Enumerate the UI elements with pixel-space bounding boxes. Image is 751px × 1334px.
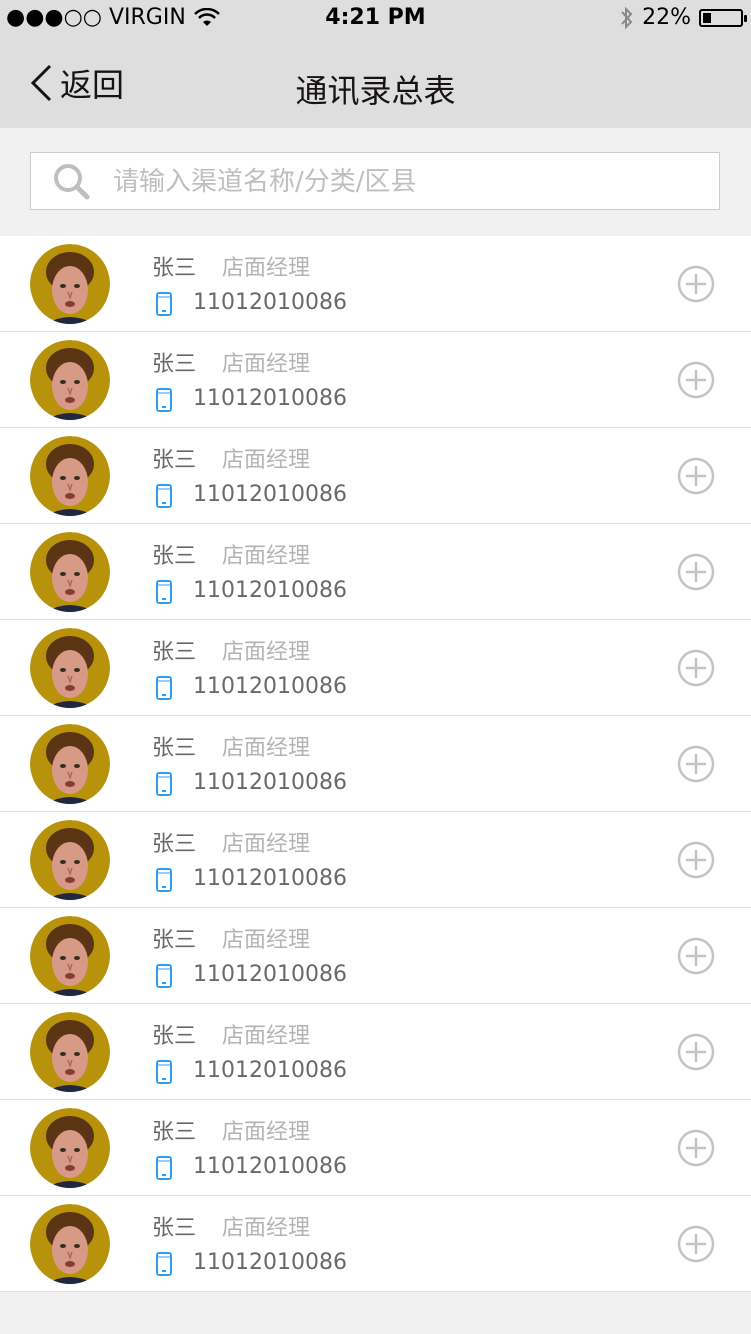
mobile-phone-icon — [156, 772, 172, 796]
contact-phone: 11012010086 — [193, 386, 347, 411]
contact-list: 张三 店面经理 11012010086 张三 店面经理 11012010086 … — [0, 236, 751, 1292]
contact-name: 张三 — [152, 1024, 197, 1049]
avatar — [30, 532, 110, 612]
contact-role: 店面经理 — [222, 640, 311, 665]
plus-circle-icon[interactable] — [676, 1032, 716, 1072]
contact-phone: 11012010086 — [193, 770, 347, 795]
contact-name: 张三 — [152, 544, 197, 569]
contact-phone: 11012010086 — [193, 1154, 347, 1179]
contact-name: 张三 — [152, 1216, 197, 1241]
avatar — [30, 436, 110, 516]
contact-row[interactable]: 张三 店面经理 11012010086 — [0, 1196, 751, 1292]
avatar — [30, 244, 110, 324]
search-section — [0, 128, 751, 236]
contact-name: 张三 — [152, 448, 197, 473]
contact-name: 张三 — [152, 928, 197, 953]
plus-circle-icon[interactable] — [676, 840, 716, 880]
mobile-phone-icon — [156, 1156, 172, 1180]
plus-circle-icon[interactable] — [676, 1224, 716, 1264]
contact-row[interactable]: 张三 店面经理 11012010086 — [0, 236, 751, 332]
contact-row[interactable]: 张三 店面经理 11012010086 — [0, 1004, 751, 1100]
plus-circle-icon[interactable] — [676, 1128, 716, 1168]
contact-name: 张三 — [152, 736, 197, 761]
mobile-phone-icon — [156, 388, 172, 412]
plus-circle-icon[interactable] — [676, 744, 716, 784]
contact-name: 张三 — [152, 640, 197, 665]
battery-fill — [703, 12, 711, 23]
contact-role: 店面经理 — [222, 544, 311, 569]
contact-phone: 11012010086 — [193, 962, 347, 987]
plus-circle-icon[interactable] — [676, 552, 716, 592]
avatar — [30, 628, 110, 708]
page-title: 通讯录总表 — [295, 72, 456, 110]
contact-role: 店面经理 — [222, 352, 311, 377]
plus-circle-icon[interactable] — [676, 360, 716, 400]
mobile-phone-icon — [156, 292, 172, 316]
status-right: 22% — [620, 5, 747, 30]
mobile-phone-icon — [156, 580, 172, 604]
contact-phone: 11012010086 — [193, 290, 347, 315]
contact-phone: 11012010086 — [193, 1058, 347, 1083]
status-bar: ●●●○○ VIRGIN 4:21 PM 22% — [0, 0, 751, 36]
bluetooth-icon — [621, 6, 633, 29]
search-icon — [54, 164, 90, 200]
contact-name: 张三 — [152, 1120, 197, 1145]
contact-role: 店面经理 — [222, 256, 311, 281]
mobile-phone-icon — [156, 1060, 172, 1084]
avatar — [30, 1108, 110, 1188]
mobile-phone-icon — [156, 676, 172, 700]
avatar — [30, 340, 110, 420]
plus-circle-icon[interactable] — [676, 648, 716, 688]
avatar — [30, 1204, 110, 1284]
plus-circle-icon[interactable] — [676, 264, 716, 304]
contact-phone: 11012010086 — [193, 674, 347, 699]
plus-circle-icon[interactable] — [676, 456, 716, 496]
contact-phone: 11012010086 — [193, 482, 347, 507]
avatar — [30, 724, 110, 804]
avatar — [30, 1012, 110, 1092]
contact-row[interactable]: 张三 店面经理 11012010086 — [0, 332, 751, 428]
search-input[interactable] — [111, 161, 705, 203]
contact-phone: 11012010086 — [193, 866, 347, 891]
mobile-phone-icon — [156, 964, 172, 988]
plus-circle-icon[interactable] — [676, 936, 716, 976]
contact-role: 店面经理 — [222, 448, 311, 473]
mobile-phone-icon — [156, 868, 172, 892]
mobile-phone-icon — [156, 1252, 172, 1276]
contact-name: 张三 — [152, 352, 197, 377]
avatar — [30, 820, 110, 900]
battery-icon — [699, 8, 747, 27]
mobile-phone-icon — [156, 484, 172, 508]
contact-role: 店面经理 — [222, 1120, 311, 1145]
contact-row[interactable]: 张三 店面经理 11012010086 — [0, 812, 751, 908]
contact-name: 张三 — [152, 256, 197, 281]
contact-role: 店面经理 — [222, 736, 311, 761]
contact-role: 店面经理 — [222, 832, 311, 857]
avatar — [30, 916, 110, 996]
contact-name: 张三 — [152, 832, 197, 857]
contact-row[interactable]: 张三 店面经理 11012010086 — [0, 1100, 751, 1196]
battery-percent: 22% — [642, 5, 691, 30]
contact-row[interactable]: 张三 店面经理 11012010086 — [0, 620, 751, 716]
contact-phone: 11012010086 — [193, 1250, 347, 1275]
contact-row[interactable]: 张三 店面经理 11012010086 — [0, 908, 751, 1004]
search-box[interactable] — [30, 152, 720, 210]
contact-row[interactable]: 张三 店面经理 11012010086 — [0, 716, 751, 812]
contact-row[interactable]: 张三 店面经理 11012010086 — [0, 428, 751, 524]
contact-role: 店面经理 — [222, 1216, 311, 1241]
contact-role: 店面经理 — [222, 1024, 311, 1049]
contact-phone: 11012010086 — [193, 578, 347, 603]
nav-bar: 返回 通讯录总表 — [0, 36, 751, 128]
contact-row[interactable]: 张三 店面经理 11012010086 — [0, 524, 751, 620]
contact-role: 店面经理 — [222, 928, 311, 953]
